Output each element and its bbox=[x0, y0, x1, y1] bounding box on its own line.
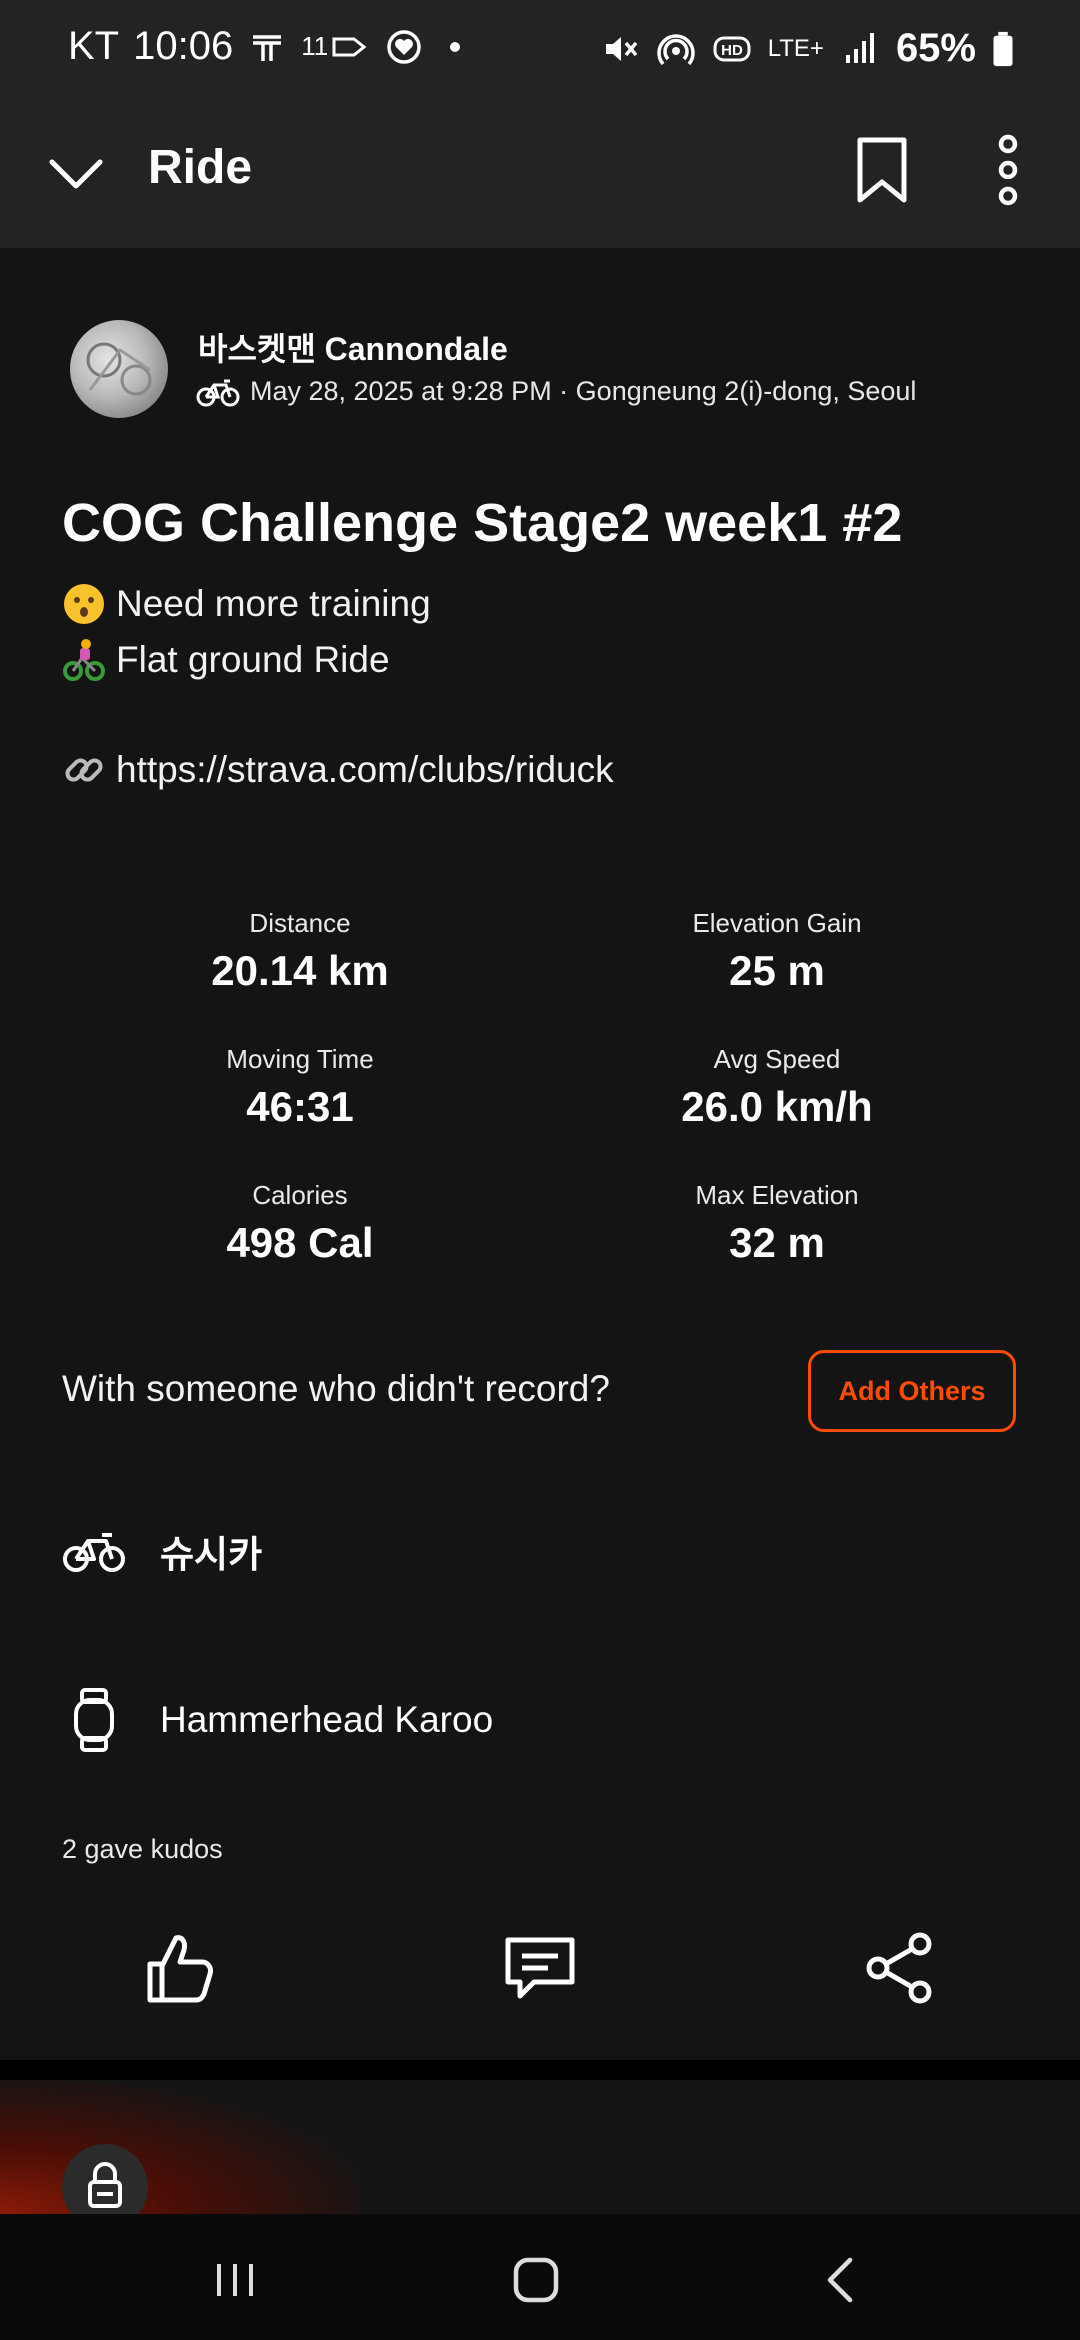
battery-percent: 65% bbox=[895, 26, 976, 70]
person-biking-icon bbox=[63, 639, 105, 681]
stat-label: Distance bbox=[249, 908, 351, 938]
svg-text:HD: HD bbox=[721, 42, 743, 59]
description-text: Flat ground Ride bbox=[116, 639, 390, 680]
stat-value: 498 Cal bbox=[226, 1219, 374, 1266]
athlete-name[interactable]: 바스켓맨 Cannondale bbox=[198, 324, 508, 370]
kudos-thumbs-up-icon[interactable] bbox=[140, 1928, 220, 2008]
system-nav-bar bbox=[0, 2214, 1080, 2340]
device-name: Hammerhead Karoo bbox=[160, 1699, 494, 1740]
gear-bike-row[interactable]: 슈시카 bbox=[62, 1524, 262, 1578]
privacy-lock-button[interactable] bbox=[62, 2144, 148, 2214]
recent-apps-icon[interactable] bbox=[205, 2250, 265, 2310]
stat-avg-speed: Avg Speed 26.0 km/h bbox=[537, 1044, 1017, 1131]
bookmark-icon[interactable] bbox=[854, 136, 910, 204]
description-text: Need more training bbox=[116, 583, 431, 624]
description-line: https://strava.com/clubs/riduck bbox=[62, 748, 614, 792]
status-right: HD LTE+ 65% bbox=[600, 26, 1014, 71]
signal-icon bbox=[845, 32, 874, 63]
page-title: Ride bbox=[148, 141, 253, 194]
clock: 10:06 bbox=[133, 24, 234, 68]
hd-voice-icon: HD bbox=[713, 36, 751, 61]
carrier-label: KT bbox=[68, 24, 120, 68]
stat-label: Calories bbox=[252, 1180, 348, 1210]
arrow-notification-icon bbox=[332, 37, 367, 56]
gear-device-row[interactable]: Hammerhead Karoo bbox=[62, 1688, 493, 1752]
stat-label: Moving Time bbox=[226, 1044, 374, 1074]
more-options-icon[interactable] bbox=[988, 134, 1028, 206]
hotspot-icon bbox=[657, 33, 695, 65]
comment-icon[interactable] bbox=[500, 1928, 580, 2008]
stat-value: 26.0 km/h bbox=[681, 1083, 873, 1130]
watch-icon bbox=[74, 1688, 114, 1752]
activity-meta: May 28, 2025 at 9:28 PM · Gongneung 2(i)… bbox=[196, 376, 916, 407]
bike-icon bbox=[196, 379, 240, 406]
link-icon bbox=[65, 758, 103, 782]
app-bar: Ride bbox=[0, 100, 1080, 248]
stat-value: 20.14 km bbox=[211, 947, 389, 994]
mute-icon bbox=[605, 36, 638, 61]
astonished-face-icon bbox=[64, 584, 104, 624]
heart-circle-icon bbox=[387, 29, 421, 64]
avatar[interactable] bbox=[70, 320, 168, 418]
share-icon[interactable] bbox=[860, 1928, 940, 2008]
stat-distance: Distance 20.14 km bbox=[60, 908, 540, 995]
t-logo-icon bbox=[253, 34, 282, 61]
stat-label: Avg Speed bbox=[713, 1044, 841, 1074]
add-others-prompt: With someone who didn't record? bbox=[62, 1368, 610, 1409]
stat-label: Elevation Gain bbox=[692, 908, 862, 938]
network-type: LTE+ bbox=[767, 34, 824, 62]
activity-title: COG Challenge Stage2 week1 #2 bbox=[62, 493, 903, 553]
stat-elevation-gain: Elevation Gain 25 m bbox=[537, 908, 1017, 995]
activity-card: 바스켓맨 Cannondale May 28, 2025 at 9:28 PM … bbox=[0, 248, 1080, 2060]
activity-date-location: May 28, 2025 at 9:28 PM · Gongneung 2(i)… bbox=[250, 376, 917, 406]
status-bar: KT 10:06 11 HD LTE+ 65% bbox=[0, 0, 1080, 100]
stat-max-elevation: Max Elevation 32 m bbox=[537, 1180, 1017, 1267]
back-icon[interactable] bbox=[812, 2250, 872, 2310]
lock-icon bbox=[88, 2162, 122, 2208]
club-link[interactable]: https://strava.com/clubs/riduck bbox=[116, 749, 614, 791]
stat-value: 25 m bbox=[729, 947, 825, 994]
notification-count: 11 bbox=[301, 31, 329, 61]
description-line: Need more training bbox=[62, 582, 431, 626]
stat-value: 46:31 bbox=[246, 1083, 354, 1130]
stat-moving-time: Moving Time 46:31 bbox=[60, 1044, 540, 1131]
status-left: KT 10:06 11 bbox=[68, 24, 461, 69]
description-line: Flat ground Ride bbox=[62, 638, 390, 682]
stat-calories: Calories 498 Cal bbox=[60, 1180, 540, 1267]
kudos-count[interactable]: 2 gave kudos bbox=[62, 1834, 223, 1865]
avatar-image bbox=[86, 342, 152, 396]
map-gradient bbox=[0, 2080, 360, 2214]
bike-name: 슈시카 bbox=[160, 1534, 263, 1575]
home-icon[interactable] bbox=[506, 2250, 566, 2310]
map-preview[interactable] bbox=[0, 2080, 1080, 2214]
section-divider bbox=[0, 2060, 1080, 2080]
chevron-down-icon[interactable] bbox=[46, 144, 106, 204]
stat-value: 32 m bbox=[729, 1219, 825, 1266]
add-others-button[interactable]: Add Others bbox=[808, 1350, 1016, 1432]
stat-label: Max Elevation bbox=[695, 1180, 859, 1210]
notification-dot bbox=[450, 41, 461, 52]
battery-icon bbox=[993, 31, 1013, 66]
bike-icon bbox=[63, 1533, 125, 1572]
